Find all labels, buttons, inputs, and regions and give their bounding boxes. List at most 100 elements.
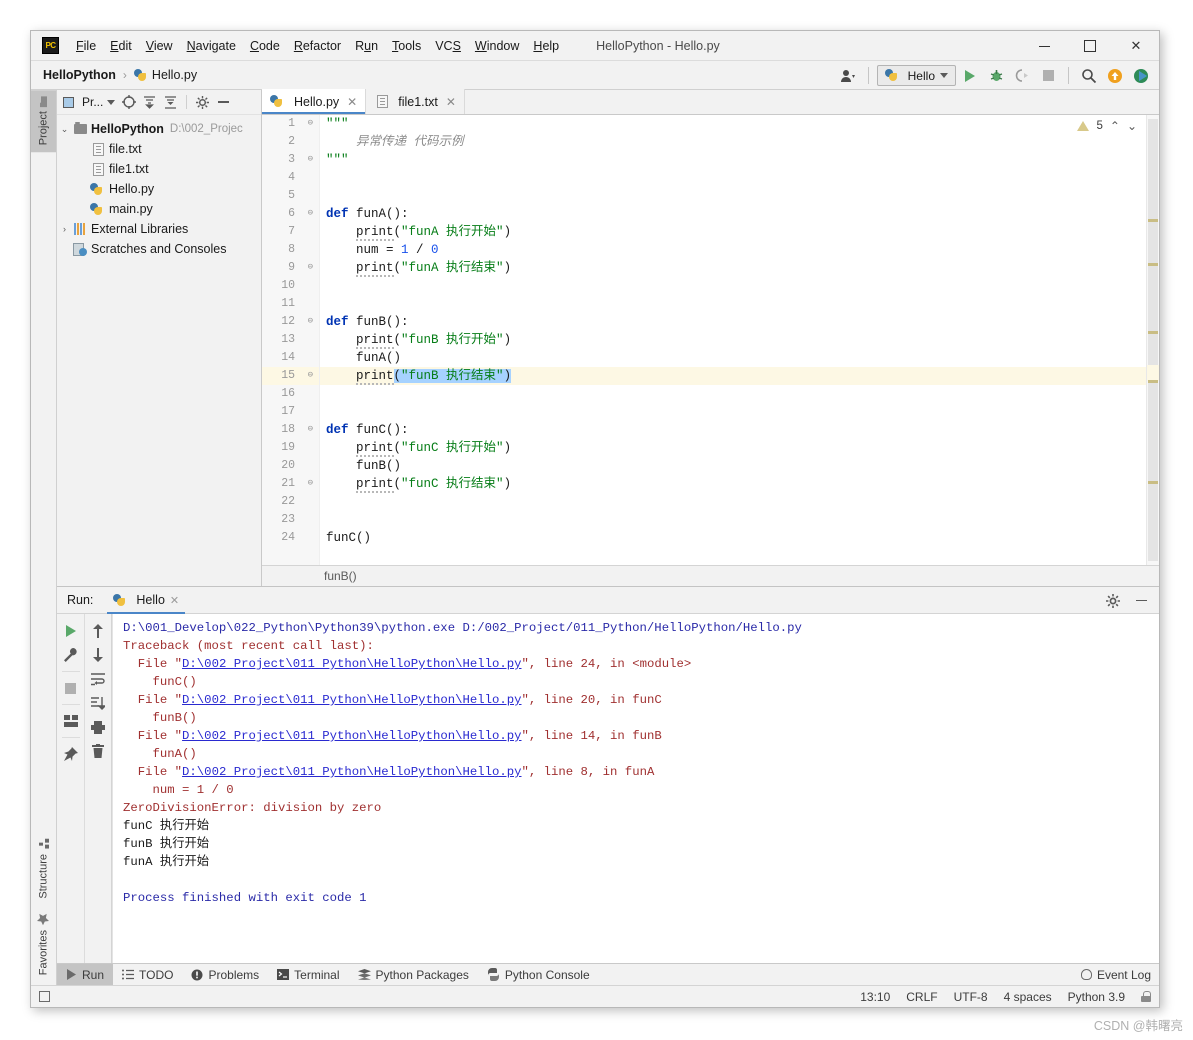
console-file-link[interactable]: D:\002 Project\011 Python\HelloPython\He… xyxy=(182,657,521,671)
gutter-line[interactable]: 19 xyxy=(262,439,319,457)
gutter-line[interactable]: 13 xyxy=(262,331,319,349)
code-fold-icon[interactable]: ⊖ xyxy=(304,371,313,380)
gutter-line[interactable]: 23 xyxy=(262,511,319,529)
gutter-line[interactable]: 11 xyxy=(262,295,319,313)
code-line[interactable]: print("funC 执行开始") xyxy=(320,439,1146,457)
code-line[interactable]: print("funA 执行开始") xyxy=(320,223,1146,241)
gutter-line[interactable]: 22 xyxy=(262,493,319,511)
code-fold-icon[interactable]: ⊖ xyxy=(304,119,313,128)
tree-node[interactable]: Scratches and Consoles xyxy=(57,239,261,259)
expand-all-icon[interactable] xyxy=(142,95,157,110)
previous-problem-icon[interactable]: ⌃ xyxy=(1110,119,1120,133)
code-line[interactable]: print("funC 执行结束") xyxy=(320,475,1146,493)
line-separator[interactable]: CRLF xyxy=(906,990,937,1004)
file-encoding[interactable]: UTF-8 xyxy=(954,990,988,1004)
menu-item-file[interactable]: File xyxy=(69,37,103,55)
bottom-tab-python-packages[interactable]: Python Packages xyxy=(349,964,478,986)
search-everywhere-button[interactable] xyxy=(1077,64,1101,88)
sidebar-item-favorites[interactable]: Favorites xyxy=(31,906,56,982)
gutter-line[interactable]: 2 xyxy=(262,133,319,151)
layout-icon[interactable] xyxy=(60,710,82,732)
stripe-marker[interactable] xyxy=(1148,219,1158,222)
code-line[interactable]: print("funB 执行结束") xyxy=(320,367,1146,385)
code-line[interactable] xyxy=(320,511,1146,529)
menu-item-help[interactable]: Help xyxy=(526,37,566,55)
code-line[interactable]: 异常传递 代码示例 xyxy=(320,133,1146,151)
code-line[interactable] xyxy=(320,169,1146,187)
updates-button[interactable] xyxy=(1103,64,1127,88)
close-icon[interactable]: ✕ xyxy=(347,95,357,109)
bottom-tab-problems[interactable]: Problems xyxy=(182,964,268,986)
rerun-icon[interactable] xyxy=(60,620,82,642)
tree-expand-arrow-icon[interactable]: › xyxy=(57,224,72,234)
gutter-line[interactable]: 8 xyxy=(262,241,319,259)
wrench-icon[interactable] xyxy=(60,644,82,666)
gutter-line[interactable]: 15 ⊖ xyxy=(262,367,319,385)
code-fold-icon[interactable]: ⊖ xyxy=(304,209,313,218)
soft-wrap-icon[interactable] xyxy=(87,668,109,690)
next-problem-icon[interactable]: ⌄ xyxy=(1127,119,1137,133)
run-with-coverage-button[interactable] xyxy=(1010,64,1034,88)
ide-features-button[interactable] xyxy=(1129,64,1153,88)
editor-tab-file1-txt[interactable]: file1.txt ✕ xyxy=(366,89,465,114)
gutter-line[interactable]: 24 xyxy=(262,529,319,547)
gutter-line[interactable]: 5 xyxy=(262,187,319,205)
print-icon[interactable] xyxy=(87,716,109,738)
code-fold-icon[interactable]: ⊖ xyxy=(304,155,313,164)
menu-item-code[interactable]: Code xyxy=(243,37,287,55)
menu-item-window[interactable]: Window xyxy=(468,37,526,55)
gutter-line[interactable]: 18 ⊖ xyxy=(262,421,319,439)
code-fold-icon[interactable]: ⊖ xyxy=(304,479,313,488)
close-icon[interactable]: ✕ xyxy=(170,594,179,607)
code-line[interactable]: def funB(): xyxy=(320,313,1146,331)
code-line[interactable]: num = 1 / 0 xyxy=(320,241,1146,259)
gutter-line[interactable]: 17 xyxy=(262,403,319,421)
gutter-line[interactable]: 16 xyxy=(262,385,319,403)
menu-item-vcs[interactable]: VCS xyxy=(428,37,468,55)
tree-node[interactable]: file1.txt xyxy=(57,159,261,179)
inspection-widget[interactable]: 5 ⌃ ⌄ xyxy=(1077,119,1137,133)
menu-item-view[interactable]: View xyxy=(139,37,180,55)
code-line[interactable] xyxy=(320,493,1146,511)
code-line[interactable]: """ xyxy=(320,115,1146,133)
event-log-button[interactable]: Event Log xyxy=(1080,968,1151,982)
gutter-line[interactable]: 4 xyxy=(262,169,319,187)
console-file-link[interactable]: D:\002 Project\011 Python\HelloPython\He… xyxy=(182,693,521,707)
stripe-marker[interactable] xyxy=(1148,380,1158,383)
code-line[interactable] xyxy=(320,385,1146,403)
caret-position[interactable]: 13:10 xyxy=(860,990,890,1004)
bottom-tab-run[interactable]: Run xyxy=(57,963,114,986)
stripe-marker[interactable] xyxy=(1148,331,1158,334)
project-tool-title[interactable]: Pr... xyxy=(82,95,103,109)
stop-button[interactable] xyxy=(1036,64,1060,88)
python-interpreter[interactable]: Python 3.9 xyxy=(1068,990,1125,1004)
gutter-line[interactable]: 1 ⊖ xyxy=(262,115,319,133)
up-arrow-icon[interactable] xyxy=(87,620,109,642)
run-button[interactable] xyxy=(958,64,982,88)
code-line[interactable]: """ xyxy=(320,151,1146,169)
menu-item-navigate[interactable]: Navigate xyxy=(180,37,243,55)
sidebar-item-structure[interactable]: Structure xyxy=(31,832,56,906)
stripe-marker[interactable] xyxy=(1148,481,1158,484)
code-fold-icon[interactable]: ⊖ xyxy=(304,317,313,326)
code-area[interactable]: """ 异常传递 代码示例 """ def funA(): print("funA… xyxy=(320,115,1146,565)
code-line[interactable]: funB() xyxy=(320,457,1146,475)
select-opened-file-icon[interactable] xyxy=(121,95,136,110)
bottom-tab-todo[interactable]: TODO xyxy=(113,964,182,986)
tree-node[interactable]: › External Libraries xyxy=(57,219,261,239)
gutter-line[interactable]: 12 ⊖ xyxy=(262,313,319,331)
gutter-line[interactable]: 9 ⊖ xyxy=(262,259,319,277)
code-line[interactable] xyxy=(320,187,1146,205)
gutter-line[interactable]: 6 ⊖ xyxy=(262,205,319,223)
pin-tab-icon[interactable] xyxy=(60,743,82,765)
breadcrumb-project[interactable]: HelloPython xyxy=(43,68,116,82)
code-line[interactable]: funA() xyxy=(320,349,1146,367)
tree-expand-arrow-icon[interactable]: ⌄ xyxy=(57,124,72,135)
hide-icon[interactable] xyxy=(216,95,231,110)
gutter-line[interactable]: 7 xyxy=(262,223,319,241)
stop-icon[interactable] xyxy=(60,677,82,699)
code-line[interactable]: funC() xyxy=(320,529,1146,547)
run-configuration-selector[interactable]: Hello xyxy=(876,65,956,86)
gutter-line[interactable]: 21 ⊖ xyxy=(262,475,319,493)
console-file-link[interactable]: D:\002 Project\011 Python\HelloPython\He… xyxy=(182,729,521,743)
